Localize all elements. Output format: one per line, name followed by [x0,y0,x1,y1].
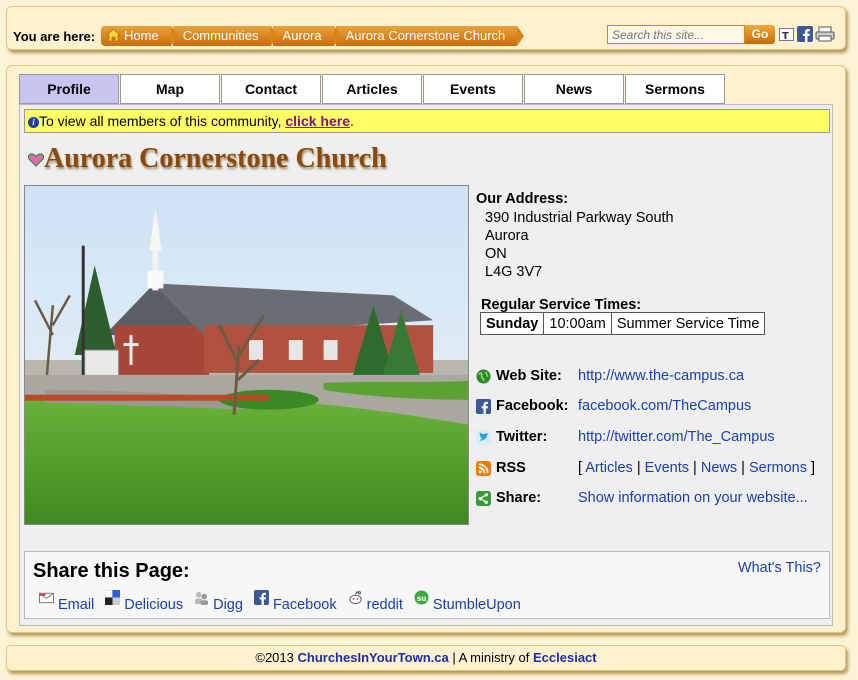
breadcrumb-home[interactable]: Home [101,26,178,46]
twitter-link[interactable]: http://twitter.com/The_Campus [578,429,775,445]
top-icons: T [779,26,835,42]
tab-news[interactable]: News [524,74,624,104]
address-street: 390 Industrial Parkway South [485,210,674,226]
tab-sermons[interactable]: Sermons [625,74,725,104]
footer: ©2013 ChurchesInYourTown.ca | A ministry… [6,645,846,671]
share-digg[interactable]: Digg [194,590,243,613]
digg-icon [195,591,209,605]
tab-contact[interactable]: Contact [221,74,321,104]
tab-map[interactable]: Map [120,74,220,104]
service-times-label: Regular Service Times: [481,297,642,313]
share-delicious[interactable]: Delicious [105,590,183,613]
share-row: Share: Show information on your website.… [476,489,836,509]
rss-row: RSS [ Articles | Events | News | Sermons… [476,459,836,479]
service-times-table: Sunday 10:00am Summer Service Time [479,312,766,335]
rss-articles-link[interactable]: Articles [585,460,633,476]
home-icon [107,29,120,41]
facebook-row: Facebook: facebook.com/TheCampus [476,397,836,417]
stumbleupon-icon: su [414,590,429,605]
footer-ministry-text: | A ministry of [448,650,533,665]
church-address: 390 Industrial Parkway South Aurora ON L… [485,209,674,281]
rss-sermons-link[interactable]: Sermons [749,460,807,476]
breadcrumb-communities[interactable]: Communities [172,26,278,46]
share-page-title: Share this Page: [33,560,190,582]
breadcrumb-current[interactable]: Aurora Cornerstone Church [335,26,524,46]
heart-icon [28,153,44,167]
rss-events-link[interactable]: Events [645,460,689,476]
service-day: Sunday [479,312,545,335]
share-facebook[interactable]: Facebook [253,590,337,613]
tab-bar: Profile Map Contact Articles Events News… [19,74,726,104]
share-stumbleupon[interactable]: su StumbleUpon [414,590,521,613]
text-size-icon[interactable]: T [779,26,795,42]
rss-icon [476,461,491,476]
rss-news-link[interactable]: News [701,460,737,476]
share-page-box: Share this Page: What's This? Email Deli… [24,551,830,619]
top-bar: You are here: Home Communities Aurora Au… [6,6,846,50]
tab-articles[interactable]: Articles [322,74,422,104]
facebook-icon [476,399,491,414]
rss-label: RSS [496,460,526,476]
svg-text:T: T [782,31,789,42]
service-note: Summer Service Time [610,312,766,335]
members-notice: i To view all members of this community, … [24,109,830,133]
main-panel: Profile Map Contact Articles Events News… [6,65,846,633]
facebook-icon[interactable] [797,26,813,42]
church-title: Aurora Cornerstone Church [44,143,387,174]
breadcrumb-label: You are here: [13,29,96,44]
service-time: 10:00am [543,312,612,335]
tab-profile[interactable]: Profile [19,74,119,104]
twitter-row: Twitter: http://twitter.com/The_Campus [476,428,836,448]
share-icon [476,491,491,506]
delicious-icon [105,590,121,605]
facebook-icon [253,590,269,605]
search-go-button[interactable]: Go [745,25,775,44]
email-icon [39,592,54,604]
print-icon[interactable] [815,26,835,42]
twitter-label: Twitter: [496,429,548,445]
notice-text: To view all members of this community, [39,113,286,129]
address-city: Aurora [485,228,529,244]
website-row: Web Site: http://www.the-campus.ca [476,367,836,387]
info-icon: i [28,117,39,128]
site-link[interactable]: ChurchesInYourTown.ca [298,650,449,665]
twitter-icon [476,430,491,445]
breadcrumb: Home Communities Aurora Aurora Cornersto… [101,26,524,46]
table-row: Sunday 10:00am Summer Service Time [479,312,766,335]
click-here-link[interactable]: click here [285,113,350,129]
globe-icon [476,369,491,384]
copyright-text: ©2013 [255,650,298,665]
whats-this-link[interactable]: What's This? [738,560,821,576]
share-email[interactable]: Email [39,590,94,613]
breadcrumb-aurora[interactable]: Aurora [272,26,341,46]
ecclesiact-link[interactable]: Ecclesiact [533,650,597,665]
facebook-label: Facebook: [496,398,569,414]
search-input[interactable] [607,25,745,44]
rss-links: [ Articles | Events | News | Sermons ] [578,460,816,476]
share-reddit[interactable]: reddit [348,590,403,613]
website-link[interactable]: http://www.the-campus.ca [578,368,744,384]
address-label: Our Address: [476,191,569,207]
tab-events[interactable]: Events [423,74,523,104]
svg-text:su: su [417,594,427,603]
address-province: ON [485,246,507,262]
reddit-icon [349,591,362,605]
facebook-link[interactable]: facebook.com/TheCampus [578,398,751,414]
profile-content: i To view all members of this community, … [19,104,833,626]
church-photo [24,185,469,525]
address-postal: L4G 3V7 [485,264,543,280]
website-label: Web Site: [496,368,562,384]
share-links: Email Delicious Digg Facebook reddit su … [39,590,521,613]
share-label: Share: [496,490,542,506]
share-link[interactable]: Show information on your website... [578,490,808,506]
